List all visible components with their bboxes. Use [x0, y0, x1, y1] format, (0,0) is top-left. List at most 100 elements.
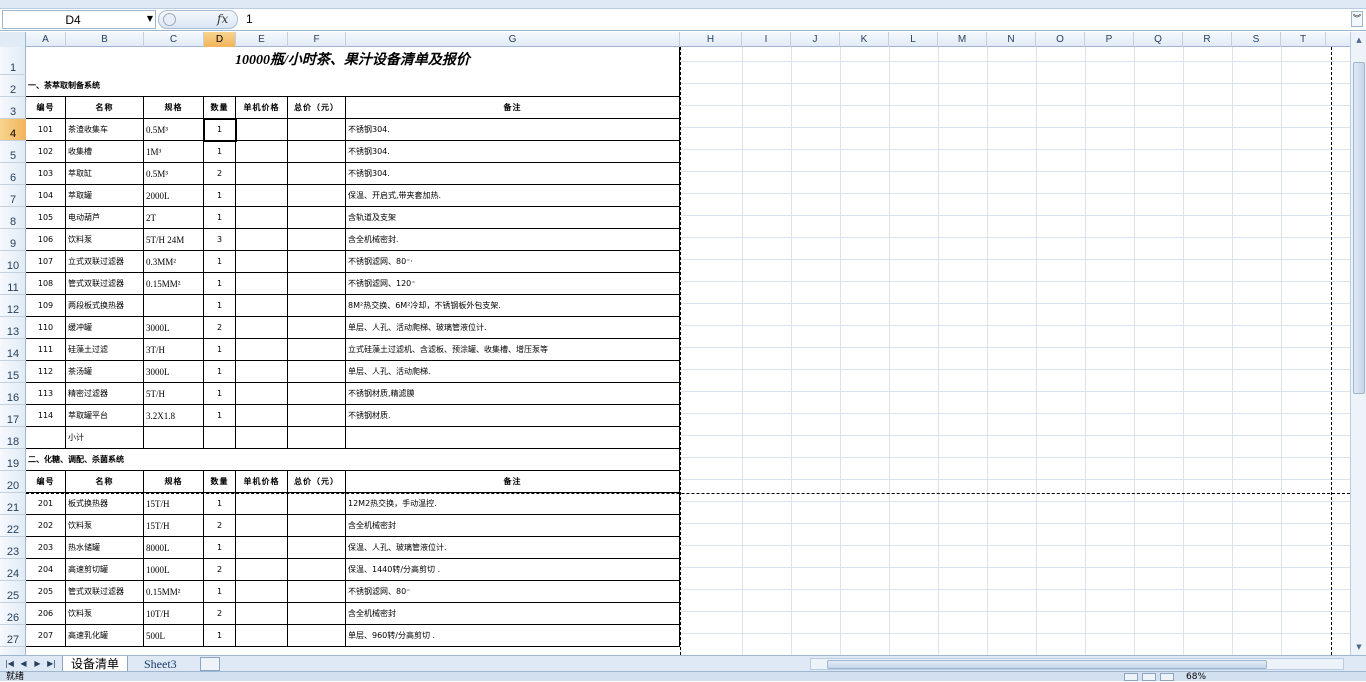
cell-total[interactable]	[288, 229, 346, 251]
cell-remark[interactable]: 立式硅藻土过滤机、含滤板、预涂罐、收集槽、增压泵等	[346, 339, 680, 361]
cell-remark[interactable]: 含全机械密封	[346, 603, 680, 625]
row-header[interactable]: 13	[0, 317, 26, 339]
column-label-total[interactable]: 总价（元）	[288, 471, 346, 493]
cell-area[interactable]: 10000瓶/小时茶、果汁设备清单及报价 一、茶萃取制备系统 编号 名称 规格 数量 单机价…	[26, 47, 1350, 655]
row-header[interactable]: 2	[0, 75, 26, 97]
cell-qty[interactable]: 1	[204, 625, 236, 647]
horizontal-scroll-thumb[interactable]	[827, 660, 1267, 669]
cell-remark[interactable]: 保温、1440转/分高剪切 .	[346, 559, 680, 581]
row-header[interactable]: 24	[0, 559, 26, 581]
spreadsheet-grid[interactable]: ABCDEFGHIJKLMNOPQRST 1 2 3 4 5 6 7 8 9 10 11 12 13 14…	[0, 32, 1350, 655]
cell-name[interactable]: 饮料泵	[66, 515, 144, 537]
cell-unit-price[interactable]	[236, 207, 288, 229]
cell-name[interactable]: 茶汤罐	[66, 361, 144, 383]
normal-view-icon[interactable]	[1124, 673, 1138, 681]
row-header[interactable]: 15	[0, 361, 26, 383]
row-header[interactable]: 6	[0, 163, 26, 185]
column-label-unit-price[interactable]: 单机价格	[236, 471, 288, 493]
cell-no[interactable]: 107	[26, 251, 66, 273]
column-header-h[interactable]: H	[680, 32, 742, 47]
cell-unit-price[interactable]	[236, 361, 288, 383]
column-header-o[interactable]: O	[1036, 32, 1085, 47]
cell-total[interactable]	[288, 405, 346, 427]
cell-no[interactable]: 110	[26, 317, 66, 339]
cell-name[interactable]: 管式双联过滤器	[66, 581, 144, 603]
cell-spec[interactable]: 3T/H	[144, 339, 204, 361]
cell-total[interactable]	[288, 163, 346, 185]
cell-no[interactable]: 206	[26, 603, 66, 625]
column-label-name[interactable]: 名称	[66, 471, 144, 493]
scroll-down-icon[interactable]: ▼	[1353, 641, 1365, 653]
column-header-s[interactable]: S	[1232, 32, 1281, 47]
row-header[interactable]: 17	[0, 405, 26, 427]
subtotal-label[interactable]: 小计	[66, 427, 144, 449]
cell-qty[interactable]: 1	[204, 405, 236, 427]
cell-total[interactable]	[288, 273, 346, 295]
cell-no[interactable]: 108	[26, 273, 66, 295]
cell-no[interactable]: 201	[26, 493, 66, 515]
cell-total[interactable]	[288, 581, 346, 603]
cell-total[interactable]	[288, 185, 346, 207]
cell-qty[interactable]: 1	[204, 185, 236, 207]
cell-unit-price[interactable]	[236, 493, 288, 515]
function-icon[interactable]: fx	[217, 12, 228, 26]
cell-qty[interactable]: 2	[204, 603, 236, 625]
first-sheet-icon[interactable]: |◀	[4, 658, 15, 670]
cell-qty[interactable]: 1	[204, 141, 236, 163]
cell-unit-price[interactable]	[236, 339, 288, 361]
cell-no[interactable]: 205	[26, 581, 66, 603]
cell-spec[interactable]: 3000L	[144, 317, 204, 339]
cell-remark[interactable]: 不锈钢滤网、80⁼·	[346, 251, 680, 273]
cell-no[interactable]: 113	[26, 383, 66, 405]
last-sheet-icon[interactable]: ▶|	[46, 658, 57, 670]
row-header[interactable]: 28	[0, 647, 26, 655]
column-header-q[interactable]: Q	[1134, 32, 1183, 47]
cell-total[interactable]	[288, 383, 346, 405]
row-header[interactable]: 7	[0, 185, 26, 207]
cell-spec[interactable]: 0.5M³	[144, 119, 204, 141]
row-header[interactable]: 8	[0, 207, 26, 229]
cell-unit-price[interactable]	[236, 317, 288, 339]
column-header-n[interactable]: N	[987, 32, 1036, 47]
cell-spec[interactable]: 500L	[144, 625, 204, 647]
cell-remark[interactable]: 含全机械密封	[346, 515, 680, 537]
cell-name[interactable]: 高速剪切罐	[66, 559, 144, 581]
cell-name[interactable]: 缓冲罐	[66, 317, 144, 339]
cell-total[interactable]	[288, 559, 346, 581]
cell-spec[interactable]: 8000L	[144, 537, 204, 559]
cell-unit-price[interactable]	[236, 383, 288, 405]
sheet-title[interactable]: 10000瓶/小时茶、果汁设备清单及报价	[26, 47, 680, 75]
row-header[interactable]: 25	[0, 581, 26, 603]
cell-no[interactable]: 104	[26, 185, 66, 207]
row-header[interactable]: 18	[0, 427, 26, 449]
column-header-p[interactable]: P	[1085, 32, 1134, 47]
cell-qty[interactable]: 1	[204, 383, 236, 405]
cell-total[interactable]	[288, 141, 346, 163]
cell-spec[interactable]	[144, 295, 204, 317]
column-label-remark[interactable]: 备注	[346, 471, 680, 493]
cell-spec[interactable]: 2T	[144, 207, 204, 229]
cell-unit-price[interactable]	[236, 625, 288, 647]
cell-remark[interactable]: 不锈钢滤网、80⁼	[346, 581, 680, 603]
cell-qty[interactable]: 1	[204, 581, 236, 603]
cell-no[interactable]: 106	[26, 229, 66, 251]
row-header[interactable]: 23	[0, 537, 26, 559]
column-header-j[interactable]: J	[791, 32, 840, 47]
column-header-t[interactable]: T	[1281, 32, 1326, 47]
cell-no[interactable]: 202	[26, 515, 66, 537]
row-header[interactable]: 14	[0, 339, 26, 361]
cell-no[interactable]: 204	[26, 559, 66, 581]
cell-remark[interactable]: 不锈钢304.	[346, 163, 680, 185]
cell-qty[interactable]: 1	[204, 493, 236, 515]
cell-total[interactable]	[288, 251, 346, 273]
column-label-remark[interactable]: 备注	[346, 97, 680, 119]
cell-unit-price[interactable]	[236, 603, 288, 625]
cell-unit-price[interactable]	[236, 295, 288, 317]
cell-qty[interactable]: 2	[204, 317, 236, 339]
column-header-e[interactable]: E	[236, 32, 288, 47]
vertical-scroll-thumb[interactable]	[1353, 62, 1365, 394]
cell-spec[interactable]: 5T/H 24M	[144, 229, 204, 251]
cell-no[interactable]: 112	[26, 361, 66, 383]
column-label-unit-price[interactable]: 单机价格	[236, 97, 288, 119]
column-label-spec[interactable]: 规格	[144, 471, 204, 493]
